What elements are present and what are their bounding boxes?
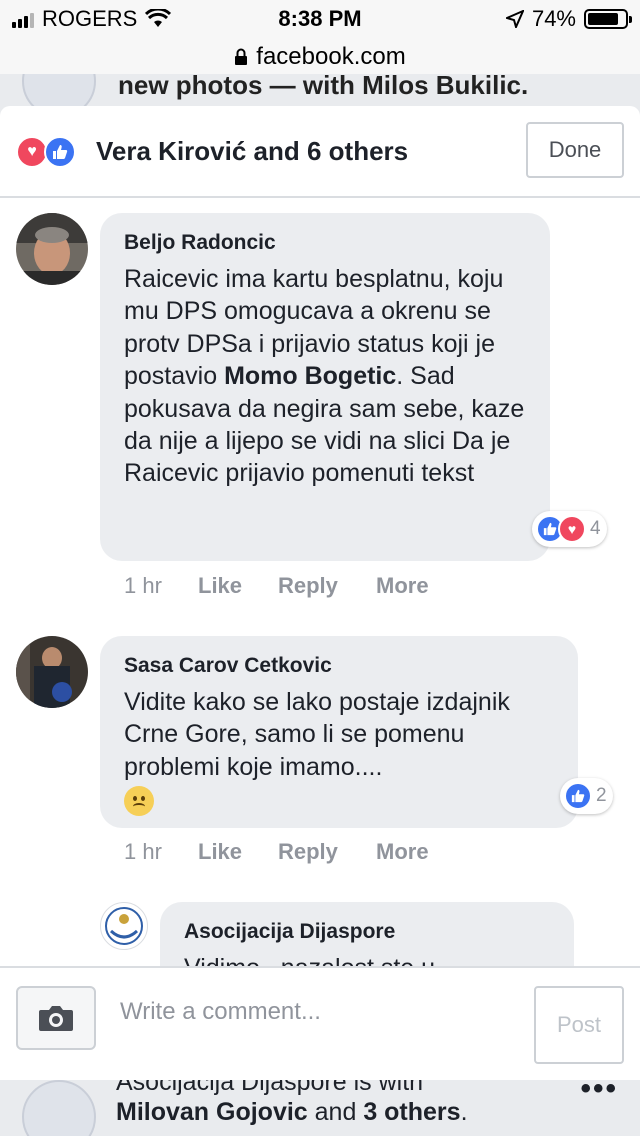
feed-post-author-line: Asocijacija Dijaspore is with (116, 1080, 424, 1096)
camera-icon (39, 1006, 73, 1031)
comment-author[interactable]: Asocijacija Dijaspore (184, 920, 395, 944)
reactions-header: ♥ Vera Kirović and 6 others Done (0, 106, 640, 198)
avatar[interactable] (100, 902, 148, 950)
love-icon: ♥ (558, 515, 586, 543)
lock-icon (235, 48, 248, 65)
like-button[interactable]: Like (198, 839, 278, 865)
like-icon (564, 782, 592, 810)
like-icon (44, 136, 76, 168)
comment-time[interactable]: 1 hr (124, 573, 198, 599)
page-logo-icon (22, 1080, 96, 1136)
comment-bubble[interactable]: Sasa Carov Cetkovic Vidite kako se lako … (100, 636, 578, 828)
tagged-period: . (460, 1098, 468, 1126)
camera-button[interactable] (16, 986, 96, 1050)
url-text: facebook.com (256, 43, 406, 70)
post-button[interactable]: Post (534, 986, 624, 1064)
status-right: 74% (505, 6, 632, 32)
like-button[interactable]: Like (198, 573, 278, 599)
more-options-icon[interactable]: ••• (580, 1080, 618, 1106)
feed-post-tagged-line: Milovan Gojovic and 3 others. (116, 1098, 468, 1127)
comment-reactions-badge[interactable]: 2 (560, 778, 613, 814)
comment-meta: 1 hr Like Reply More (124, 573, 429, 599)
tagged-others-link[interactable]: 3 others (363, 1098, 460, 1126)
tagged-conjunction: and (307, 1098, 364, 1126)
feed-post-text: new photos — with Milos Bukilic. (118, 74, 529, 100)
tagged-user-link[interactable]: Milovan Gojovic (116, 1098, 308, 1126)
background-feed-bottom: Asocijacija Dijaspore is with Milovan Go… (0, 1080, 640, 1136)
mentioned-user-link[interactable]: Momo Bogetic (224, 362, 396, 390)
comment-meta: 1 hr Like Reply More (124, 839, 429, 865)
comment-reactions-badge[interactable]: ♥ 4 (532, 511, 607, 547)
reaction-count: 4 (590, 518, 601, 539)
comments-panel: ♥ Vera Kirović and 6 others Done Beljo R… (0, 106, 640, 1080)
reply-button[interactable]: Reply (278, 573, 376, 599)
comment-text: Vidite kako se lako postaje izdajnik Crn… (124, 686, 544, 816)
comment-author[interactable]: Beljo Radoncic (124, 231, 276, 255)
comment-composer: Write a comment... Post (0, 966, 640, 1080)
reply-button[interactable]: Reply (278, 839, 376, 865)
worried-face-icon (124, 785, 154, 816)
reaction-icons[interactable]: ♥ (16, 136, 80, 168)
comment-input[interactable]: Write a comment... (120, 998, 321, 1026)
status-bar: ROGERS 8:38 PM 74% (0, 0, 640, 40)
url-bar[interactable]: facebook.com (0, 40, 640, 74)
comment-time[interactable]: 1 hr (124, 839, 198, 865)
more-button[interactable]: More (376, 839, 429, 865)
comment-author[interactable]: Sasa Carov Cetkovic (124, 654, 332, 678)
avatar[interactable] (16, 213, 88, 285)
comment-text-part1: Vidite kako se lako postaje izdajnik Crn… (124, 688, 510, 781)
reactions-title[interactable]: Vera Kirović and 6 others (96, 136, 408, 167)
more-button[interactable]: More (376, 573, 429, 599)
done-button[interactable]: Done (526, 122, 624, 178)
battery-icon (584, 9, 632, 29)
avatar[interactable] (16, 636, 88, 708)
comment-text: Raicevic ima kartu besplatnu, koju mu DP… (124, 263, 534, 490)
battery-percent: 74% (531, 6, 576, 31)
comment-bubble[interactable]: Beljo Radoncic Raicevic ima kartu bespla… (100, 213, 550, 561)
location-arrow-icon (505, 10, 524, 28)
reaction-count: 2 (596, 785, 607, 806)
